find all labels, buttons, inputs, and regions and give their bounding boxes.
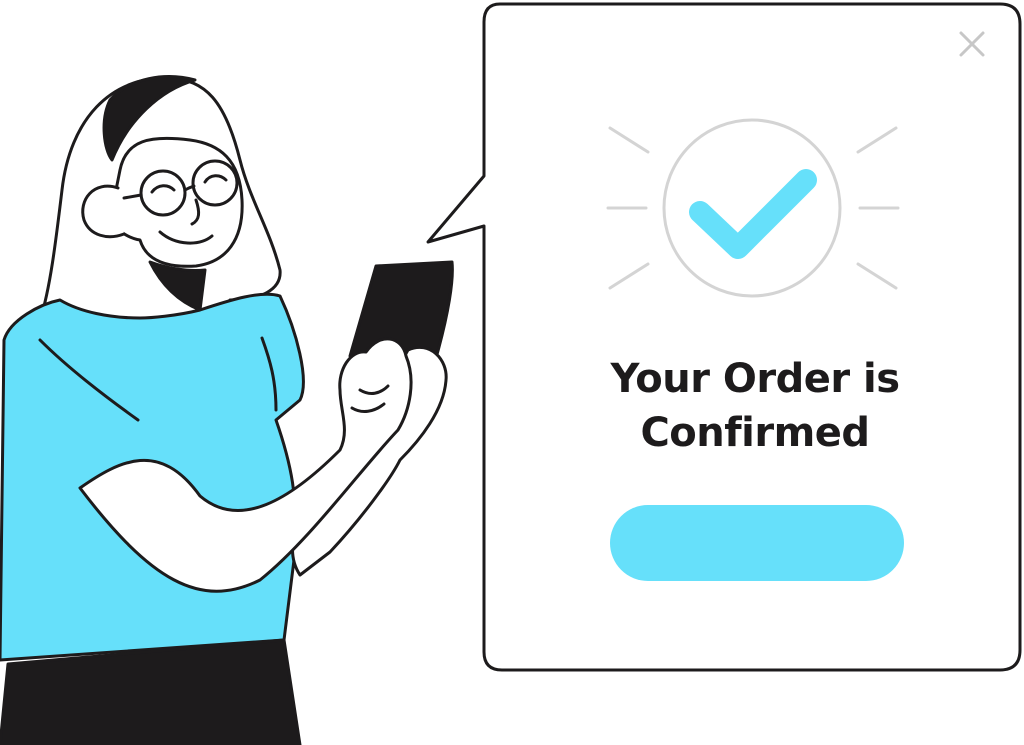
woman-figure xyxy=(0,75,454,745)
close-button[interactable] xyxy=(952,26,992,66)
confirm-button[interactable] xyxy=(610,505,904,581)
ear xyxy=(81,184,126,239)
page-title: Your Order is Confirmed xyxy=(560,352,950,460)
title-line-1: Your Order is xyxy=(610,356,900,402)
title-line-2: Confirmed xyxy=(640,410,870,456)
